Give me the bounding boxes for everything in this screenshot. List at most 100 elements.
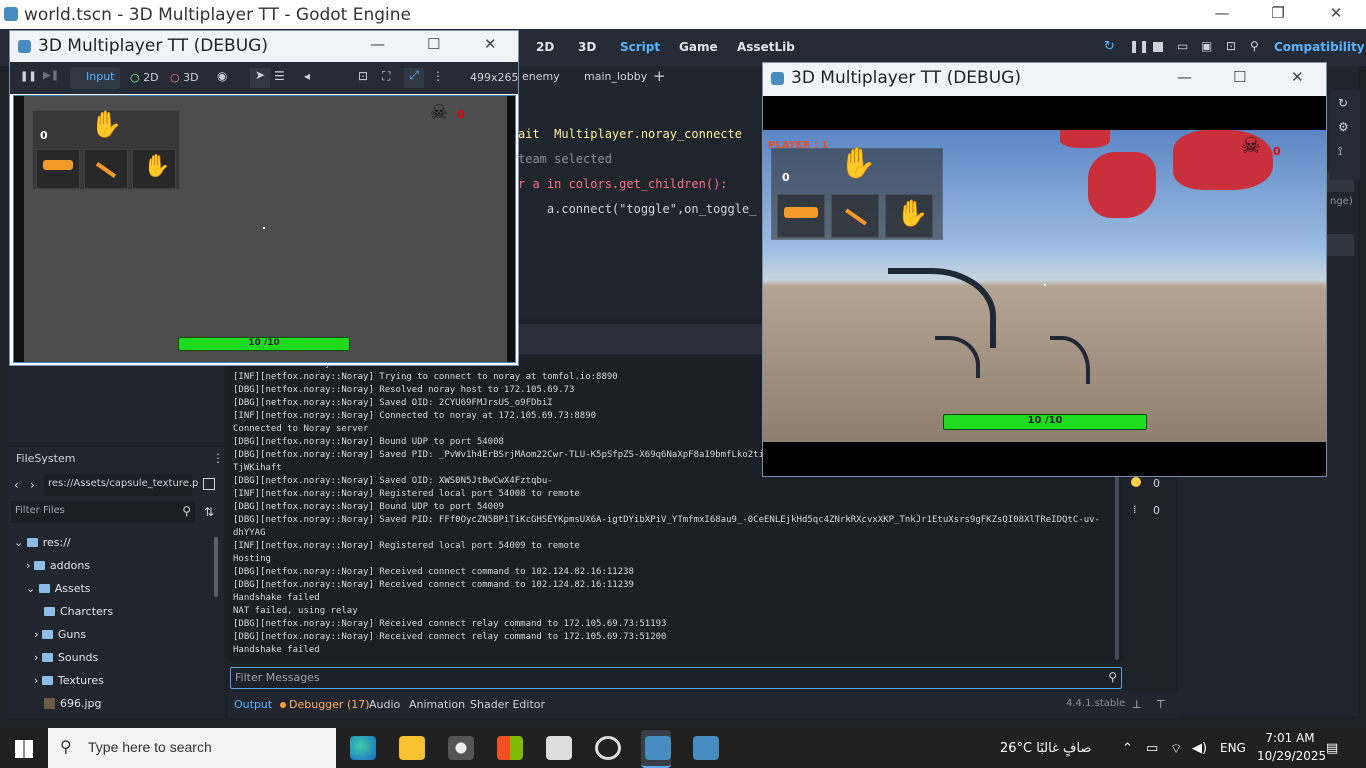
slot-gun[interactable] <box>777 194 825 238</box>
slot-hand[interactable]: ✋ <box>885 194 933 238</box>
slot-knife[interactable] <box>831 194 879 238</box>
maximize-icon[interactable]: ☐ <box>427 35 440 53</box>
workspace-2d[interactable]: 2D <box>536 40 554 54</box>
visibility-icon[interactable]: ◉ <box>217 69 227 83</box>
tab-main-lobby[interactable]: main_lobby <box>584 70 647 83</box>
workspace-assetlib[interactable]: AssetLib <box>737 40 795 54</box>
tab-audio[interactable]: Audio <box>369 698 400 711</box>
speaker-icon[interactable]: ◂ <box>304 69 310 83</box>
fullscreen-icon[interactable]: ⛶ <box>382 69 390 84</box>
volume-icon[interactable]: ◀) <box>1192 741 1207 756</box>
maximize-icon[interactable]: ☐ <box>1233 68 1246 86</box>
signal-icon[interactable]: ⟟ <box>1338 144 1342 159</box>
language-indicator[interactable]: ENG <box>1220 741 1246 755</box>
remote-icon[interactable]: ▭ <box>1177 39 1188 53</box>
workspace-script[interactable]: Script <box>620 40 660 54</box>
tree-item-res[interactable]: ⌄ res:// <box>14 536 71 549</box>
tree-item-charcters[interactable]: Charcters <box>44 605 113 618</box>
minimize-icon[interactable]: — <box>1177 68 1192 86</box>
tree-scrollbar[interactable] <box>214 537 218 597</box>
tree-item-guns[interactable]: › Guns <box>34 628 86 641</box>
minimize-icon[interactable]: — <box>370 35 385 53</box>
restore-icon[interactable]: ❐ <box>1264 4 1292 22</box>
camera-icon[interactable]: ⊡ <box>1226 39 1236 53</box>
next-frame-icon[interactable]: ▶❚ <box>43 70 59 81</box>
slot-knife[interactable] <box>84 149 128 189</box>
renderer-select[interactable]: Compatibility <box>1274 40 1365 54</box>
tab-enemy[interactable]: enemy <box>522 70 560 83</box>
chevron-up-icon[interactable]: ⌃ <box>1122 741 1133 756</box>
add-tab-icon[interactable]: + <box>653 67 666 85</box>
game-scene: 0 ✋ ✋ ☠ 0 10 /10 <box>24 96 507 362</box>
chrome-icon[interactable] <box>448 736 474 760</box>
fit-icon[interactable]: ⤢ <box>404 68 424 88</box>
history-icon[interactable]: ↻ <box>1338 96 1348 110</box>
tree-item-textures[interactable]: › Textures <box>34 674 104 687</box>
clock-time[interactable]: 7:01 AM <box>1262 731 1318 745</box>
search-icon: ⚲ <box>182 504 191 518</box>
path-field[interactable]: res://Assets/capsule_texture.p <box>44 474 198 496</box>
filter-files-input[interactable]: Filter Files ⚲ <box>11 501 195 523</box>
file-explorer-icon[interactable] <box>399 736 425 760</box>
pause-icon[interactable]: ❚❚ <box>1129 39 1149 53</box>
node-icon[interactable]: ⚙ <box>1338 120 1349 134</box>
filter-messages-input[interactable]: Filter Messages ⚲ <box>230 667 1122 689</box>
close-icon[interactable]: ✕ <box>1322 4 1350 22</box>
tree-item-sounds[interactable]: › Sounds <box>34 651 98 664</box>
edge-icon[interactable] <box>350 736 376 760</box>
godot-debug-taskbar-icon[interactable] <box>693 736 719 760</box>
taskbar-search[interactable]: ⚲ Type here to search <box>48 728 336 768</box>
more-icon[interactable]: ⋮ <box>432 69 444 83</box>
toggle-split-icon[interactable] <box>203 478 215 490</box>
tree-item-addons[interactable]: › addons <box>26 559 90 572</box>
tab-shader-editor[interactable]: Shader Editor <box>470 698 545 711</box>
mail-icon[interactable] <box>546 736 572 760</box>
notification-icon[interactable]: ▤ <box>1326 741 1338 756</box>
slot-gun[interactable] <box>36 149 80 189</box>
expand-icon[interactable]: ⊤ <box>1156 698 1166 711</box>
battery-icon[interactable]: ▭ <box>1146 741 1158 756</box>
workspace-game[interactable]: Game <box>679 40 718 54</box>
search-icon[interactable]: ⚲ <box>1250 39 1259 53</box>
log-line: Handshake failed <box>233 645 320 655</box>
tree-item-696[interactable]: 696.jpg <box>44 697 102 710</box>
workspace-3d[interactable]: 3D <box>578 40 596 54</box>
select-icon[interactable]: ➤ <box>250 68 270 88</box>
stop-icon[interactable] <box>1153 42 1163 52</box>
input-toggle[interactable]: Input <box>70 67 120 89</box>
list-select-icon[interactable]: ☰ <box>274 69 285 83</box>
weather-widget[interactable]: 26°C صافٍ غالبًا <box>1000 741 1091 756</box>
center-icon[interactable]: ⊡ <box>358 69 368 83</box>
movie-icon[interactable]: ▣ <box>1201 39 1212 53</box>
game-viewport-left[interactable]: 0 ✋ ✋ ☠ 0 10 /10 <box>13 95 516 363</box>
tab-animation[interactable]: Animation <box>409 698 465 711</box>
start-icon[interactable] <box>15 740 33 758</box>
clock-date[interactable]: 10/29/2025 <box>1257 749 1326 763</box>
2d-toggle[interactable]: ○ 2D <box>130 71 159 84</box>
media-icon[interactable] <box>595 736 621 760</box>
score-value: 0 <box>40 129 48 142</box>
code-editor[interactable]: ait Multiplayer.noray_connecte team sele… <box>518 89 763 319</box>
tree-item-assets[interactable]: ⌄ Assets <box>26 582 91 595</box>
dock-menu-icon[interactable]: ⋮ <box>212 451 224 465</box>
close-icon[interactable]: ✕ <box>1291 68 1304 86</box>
back-icon[interactable]: ‹ <box>14 478 19 492</box>
pause-icon[interactable]: ❚❚ <box>20 71 37 82</box>
slot-hand[interactable]: ✋ <box>132 149 176 189</box>
inspector-field[interactable] <box>1326 234 1354 256</box>
store-icon[interactable] <box>497 736 523 760</box>
pin-icon[interactable]: ⊥ <box>1132 698 1142 711</box>
sort-icon[interactable]: ⇅ <box>204 505 214 519</box>
3d-toggle[interactable]: ○ 3D <box>170 71 199 84</box>
log-line: [INF][netfox.noray::Noray] Registered lo… <box>233 541 580 551</box>
wifi-icon[interactable]: ⌔ <box>1170 741 1182 757</box>
game-viewport-right[interactable]: PLAYER : 1 0 ✋ ✋ ☠ 0 10 /10 <box>763 130 1326 442</box>
player-label: PLAYER : 1 <box>768 140 829 151</box>
forward-icon[interactable]: › <box>30 478 35 492</box>
reload-icon[interactable]: ↻ <box>1104 39 1115 54</box>
tab-debugger[interactable]: Debugger (17) <box>289 698 370 711</box>
tab-output[interactable]: Output <box>234 698 272 711</box>
close-icon[interactable]: ✕ <box>484 35 497 53</box>
minimize-icon[interactable]: — <box>1208 4 1236 22</box>
search-icon: ⚲ <box>60 737 72 756</box>
